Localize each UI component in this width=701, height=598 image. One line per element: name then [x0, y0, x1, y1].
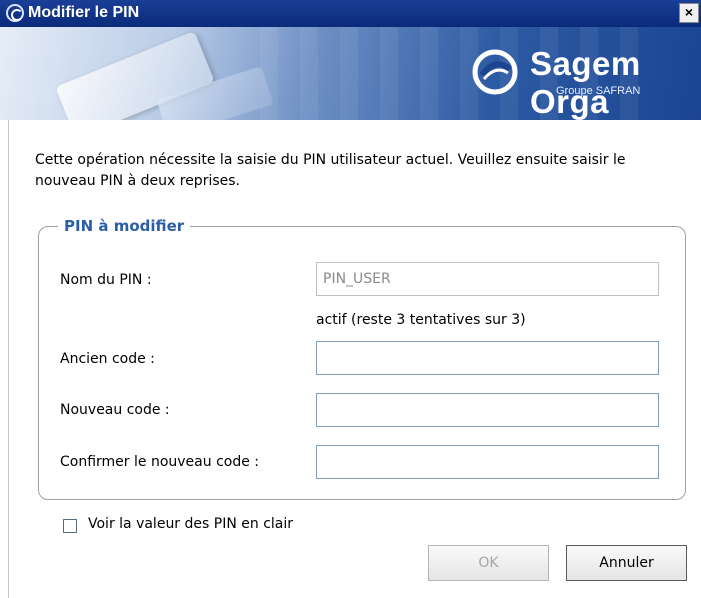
- pin-groupbox-title: PIN à modifier: [58, 217, 191, 235]
- header-banner: Sagem Orga Groupe SAFRAN: [0, 27, 701, 120]
- confirm-code-input[interactable]: [316, 445, 659, 479]
- show-pin-checkbox[interactable]: [63, 519, 77, 533]
- sagem-swirl-logo-icon: [472, 49, 518, 95]
- pin-name-label: Nom du PIN :: [60, 272, 152, 288]
- old-code-label: Ancien code :: [60, 351, 155, 367]
- brand-subtitle: Groupe SAFRAN: [556, 85, 641, 97]
- modify-pin-dialog: Modifier le PIN × Sagem Orga Groupe SAFR…: [0, 0, 701, 598]
- show-pin-label[interactable]: Voir la valeur des PIN en clair: [88, 516, 293, 532]
- pin-name-field: PIN_USER: [316, 262, 659, 296]
- old-code-input[interactable]: [316, 341, 659, 375]
- confirm-code-label: Confirmer le nouveau code :: [60, 454, 259, 470]
- dialog-left-border: [8, 120, 9, 598]
- ok-button[interactable]: OK: [428, 545, 549, 581]
- sagem-logo-icon: [6, 4, 24, 22]
- pin-status-text: actif (reste 3 tentatives sur 3): [316, 312, 526, 328]
- title-bar[interactable]: Modifier le PIN ×: [0, 0, 701, 27]
- instructions-text: Cette opération nécessite la saisie du P…: [35, 152, 626, 189]
- new-code-label: Nouveau code :: [60, 402, 170, 418]
- cancel-button[interactable]: Annuler: [566, 545, 687, 581]
- new-code-input[interactable]: [316, 393, 659, 427]
- window-title: Modifier le PIN: [28, 4, 140, 21]
- brand-name: Sagem Orga: [530, 45, 641, 120]
- close-button[interactable]: ×: [679, 3, 699, 23]
